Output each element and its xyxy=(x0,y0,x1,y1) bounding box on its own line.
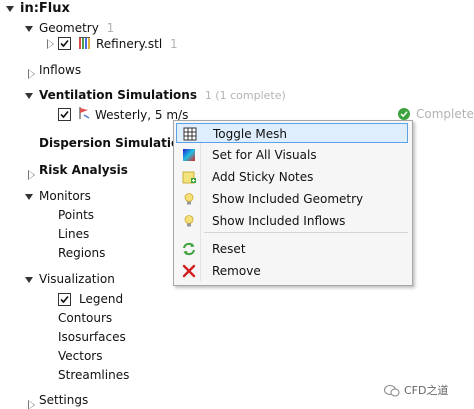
menu-item-label: Show Included Geometry xyxy=(212,192,364,206)
menu-item-show-included-inflows[interactable]: Show Included Inflows xyxy=(176,211,408,231)
checkmark-icon xyxy=(60,110,69,119)
tree-item-visualization[interactable]: Visualization xyxy=(39,270,115,288)
context-menu: Toggle Mesh Set for All Visuals Add Stic… xyxy=(173,120,413,286)
tree-item-dispersion[interactable]: Dispersion Simulations xyxy=(39,134,195,152)
collapse-arrow-icon[interactable] xyxy=(25,26,33,32)
expand-arrow-icon[interactable] xyxy=(28,69,35,79)
tree-item-lines[interactable]: Lines xyxy=(58,225,89,243)
menu-item-label: Remove xyxy=(212,264,261,278)
menu-item-set-for-all-visuals[interactable]: Set for All Visuals xyxy=(176,145,408,165)
checkmark-icon xyxy=(60,39,69,48)
reset-arrows-icon xyxy=(182,242,196,256)
tree-item-regions[interactable]: Regions xyxy=(58,244,105,262)
tree-item-label: Ventilation Simulations xyxy=(39,88,197,102)
lightbulb-icon xyxy=(182,214,196,228)
menu-item-label: Toggle Mesh xyxy=(213,127,287,141)
sticky-note-add-icon xyxy=(182,170,196,184)
collapse-arrow-icon[interactable] xyxy=(6,6,14,12)
application-window: in:Flux Geometry 1 Refinery.stl 1 Inflow… xyxy=(0,0,474,409)
red-x-icon xyxy=(182,264,196,278)
item-count: 1 (1 complete) xyxy=(204,89,286,102)
complete-check-icon xyxy=(398,108,410,120)
menu-separator xyxy=(204,232,408,233)
menu-item-show-included-geometry[interactable]: Show Included Geometry xyxy=(176,189,408,209)
visibility-checkbox[interactable] xyxy=(58,37,71,50)
checkmark-icon xyxy=(60,295,69,304)
color-gradient-icon xyxy=(182,148,196,162)
menu-item-reset[interactable]: Reset xyxy=(176,239,408,259)
menu-item-label: Show Included Inflows xyxy=(212,214,346,228)
stl-mesh-icon xyxy=(78,36,92,50)
tree-item-legend[interactable]: Legend xyxy=(79,290,123,308)
grid-icon xyxy=(183,127,197,141)
menu-item-add-sticky-notes[interactable]: Add Sticky Notes xyxy=(176,167,408,187)
visibility-checkbox[interactable] xyxy=(58,108,71,121)
tree-item-contours[interactable]: Contours xyxy=(58,309,112,327)
tree-item-settings[interactable]: Settings xyxy=(39,391,88,409)
tree-item-ventilation[interactable]: Ventilation Simulations 1 (1 complete) xyxy=(39,86,286,104)
wind-flag-icon xyxy=(77,106,91,120)
legend-checkbox[interactable] xyxy=(58,293,71,306)
tree-item-points[interactable]: Points xyxy=(58,206,94,224)
wechat-logo-icon xyxy=(384,385,400,397)
item-count: 1 xyxy=(106,21,115,35)
menu-item-label: Reset xyxy=(212,242,246,256)
tree-item-inflows[interactable]: Inflows xyxy=(39,61,81,79)
tree-item-isosurfaces[interactable]: Isosurfaces xyxy=(58,328,126,346)
tree-item-label: Refinery.stl xyxy=(96,37,163,51)
expand-arrow-icon[interactable] xyxy=(28,170,35,180)
collapse-arrow-icon[interactable] xyxy=(25,277,33,283)
expand-arrow-icon[interactable] xyxy=(47,39,54,49)
item-count: 1 xyxy=(170,37,178,51)
tree-item-risk-analysis[interactable]: Risk Analysis xyxy=(39,161,128,179)
collapse-arrow-icon[interactable] xyxy=(25,194,33,200)
status-complete-label: Complete xyxy=(416,107,474,121)
tree-item-streamlines[interactable]: Streamlines xyxy=(58,366,129,384)
tree-item-label: Geometry xyxy=(39,21,99,35)
expand-arrow-icon[interactable] xyxy=(28,400,35,409)
menu-item-label: Set for All Visuals xyxy=(212,148,317,162)
tree-item-monitors[interactable]: Monitors xyxy=(39,187,91,205)
collapse-arrow-icon[interactable] xyxy=(25,93,33,99)
watermark-text: CFD之道 xyxy=(404,384,449,397)
menu-item-label: Add Sticky Notes xyxy=(212,170,314,184)
menu-item-toggle-mesh[interactable]: Toggle Mesh xyxy=(176,123,408,143)
tree-item-vectors[interactable]: Vectors xyxy=(58,347,103,365)
menu-item-remove[interactable]: Remove xyxy=(176,261,408,281)
tree-item-refinery[interactable]: Refinery.stl 1 xyxy=(96,35,178,53)
tree-root-label[interactable]: in:Flux xyxy=(20,0,70,18)
lightbulb-icon xyxy=(182,192,196,206)
